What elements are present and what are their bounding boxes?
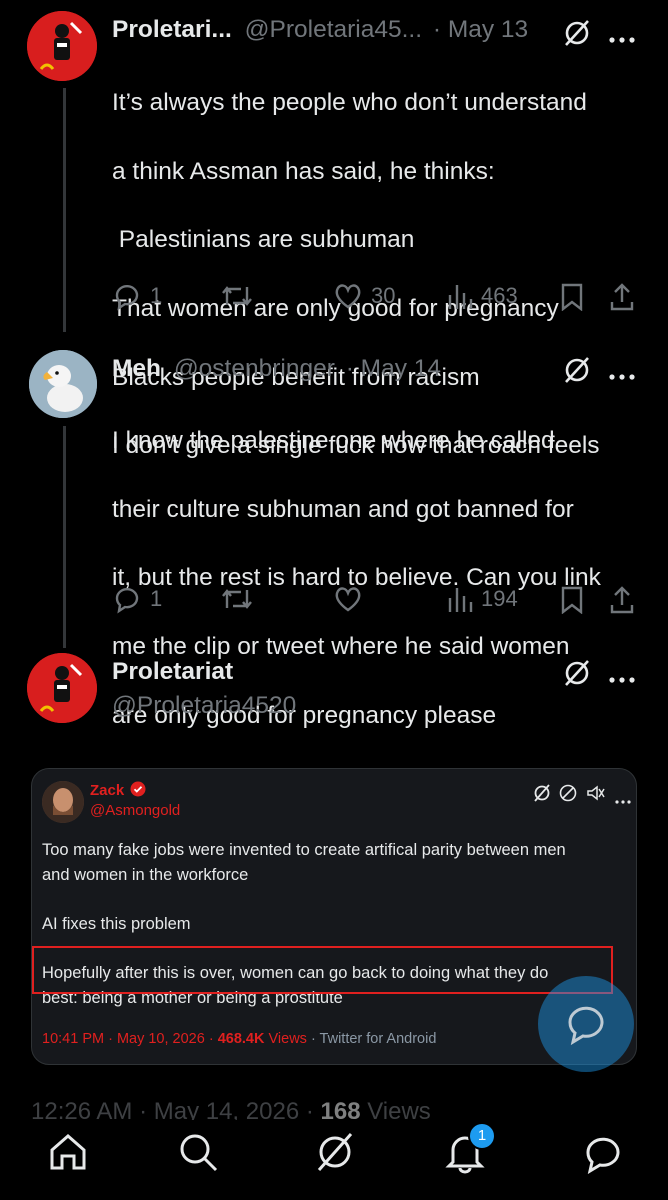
quoted-handle: @Asmongold (90, 802, 181, 819)
notification-count: 1 (477, 1127, 487, 1144)
post-date[interactable]: · May 13 (433, 16, 528, 43)
quoted-display-name: Zack (90, 781, 146, 801)
verified-icon (130, 781, 146, 801)
quoted-more-icon (615, 791, 631, 809)
quoted-views-count: 468.4K (217, 1031, 265, 1047)
search-icon[interactable] (176, 1130, 220, 1179)
reply-count: 1 (150, 283, 163, 308)
more-icon[interactable] (609, 30, 635, 48)
reply-icon (115, 587, 139, 614)
share-icon (610, 283, 634, 311)
like-button[interactable]: 30 (333, 281, 395, 311)
red-highlight-box (32, 946, 613, 994)
reply-button[interactable]: 1 (112, 584, 162, 614)
display-name[interactable]: Proletari... (112, 16, 232, 43)
like-count: 30 (371, 283, 396, 308)
grok-icon[interactable] (562, 658, 592, 693)
heart-icon (335, 587, 361, 612)
reply-icon (115, 284, 139, 311)
views-button[interactable]: 463 (447, 281, 518, 311)
floating-reply-button[interactable] (538, 976, 634, 1072)
avatar-meh[interactable] (29, 350, 97, 418)
quoted-text-line: AI fixes this problem (42, 915, 191, 933)
bottom-nav-bar: 1 (0, 1120, 668, 1200)
repost-icon (222, 589, 252, 609)
tweet-line: I know the palestine one where he called (112, 427, 555, 455)
share-button[interactable] (609, 585, 635, 615)
tweet-line: Palestinians are subhuman (112, 226, 415, 254)
more-icon[interactable] (609, 670, 635, 688)
grok-icon[interactable] (313, 1130, 357, 1179)
quoted-block-icon (558, 783, 578, 808)
post-date[interactable]: · May 14 (346, 355, 441, 382)
display-name[interactable]: Meh (112, 355, 161, 382)
repost-button[interactable] (220, 584, 254, 614)
avatar-art (27, 11, 97, 81)
avatar-proletariat[interactable] (27, 11, 97, 81)
share-button[interactable] (609, 282, 635, 312)
reply-bubble-icon (568, 1006, 604, 1046)
avatar-art (42, 781, 84, 823)
repost-button[interactable] (220, 281, 254, 311)
thread-connector (63, 88, 66, 332)
quoted-client: · Twitter for Android (310, 1031, 437, 1047)
repost-icon (222, 286, 252, 306)
share-icon (610, 586, 634, 614)
quoted-time-date: 10:41 PM · May 10, 2026 · (42, 1031, 214, 1047)
like-button[interactable] (333, 584, 363, 614)
handle[interactable]: @Proletaria45... (245, 16, 422, 43)
grok-icon[interactable] (562, 18, 592, 53)
quoted-text-line: Too many fake jobs were invented to crea… (42, 841, 566, 859)
quoted-text-line: and women in the workforce (42, 866, 249, 884)
bookmark-icon (561, 586, 583, 614)
quoted-mute-icon (585, 783, 605, 808)
home-icon[interactable] (46, 1130, 90, 1179)
grok-icon[interactable] (562, 355, 592, 390)
thread-connector (63, 426, 66, 648)
heart-icon (335, 284, 361, 309)
tweet-line: It’s always the people who don’t underst… (112, 89, 587, 117)
handle[interactable]: @ostenbringer (174, 355, 335, 382)
quoted-grok-icon (532, 783, 552, 808)
views-button[interactable]: 194 (447, 584, 518, 614)
reply-button[interactable]: 1 (112, 281, 162, 311)
tweet-line: a think Assman has said, he thinks: (112, 157, 495, 185)
messages-icon[interactable] (580, 1130, 624, 1179)
quoted-views-label: Views (268, 1031, 307, 1047)
bookmark-button[interactable] (560, 586, 584, 614)
views-count: 194 (481, 586, 518, 611)
tweet-line: their culture subhuman and got banned fo… (112, 495, 574, 523)
views-count: 463 (481, 283, 518, 308)
views-icon (448, 588, 473, 612)
bookmark-button[interactable] (560, 283, 584, 311)
quoted-name-text: Zack (90, 782, 125, 799)
handle[interactable]: @Proletaria4520 (112, 692, 296, 720)
avatar-art (27, 653, 97, 723)
tweet1-header: Proletari... @Proletaria45... · May 13 (112, 16, 528, 44)
more-icon[interactable] (609, 367, 635, 385)
tweet2-header: Meh @ostenbringer · May 14 (112, 355, 441, 383)
quoted-meta: 10:41 PM · May 10, 2026 · 468.4K Views ·… (42, 1031, 436, 1047)
reply-count: 1 (150, 586, 163, 611)
display-name[interactable]: Proletariat (112, 658, 233, 686)
avatar-art (29, 350, 97, 418)
avatar-proletariat[interactable] (27, 653, 97, 723)
notification-badge: 1 (468, 1122, 496, 1150)
avatar-zack (42, 781, 84, 823)
bookmark-icon (561, 283, 583, 311)
views-icon (448, 285, 473, 309)
